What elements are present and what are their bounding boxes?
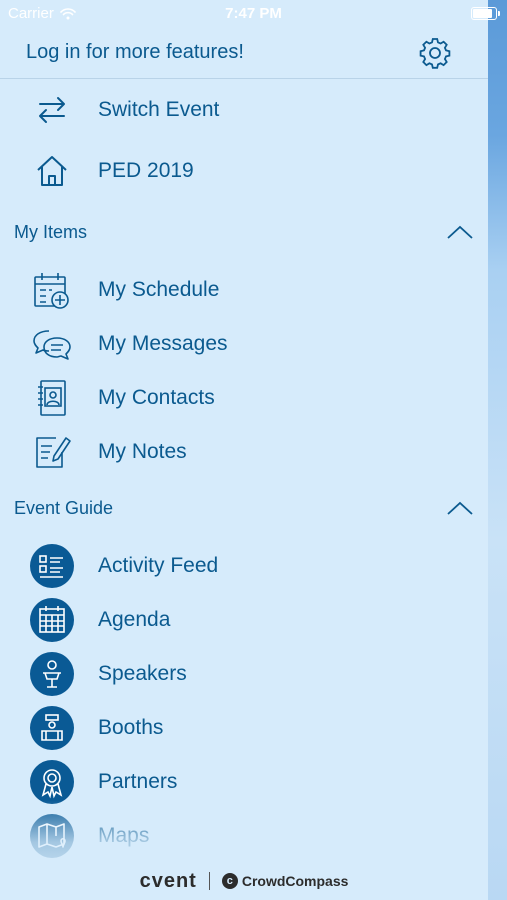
note-edit-icon [36, 437, 71, 468]
navigation-drawer: Log in for more features! Switch Event P [0, 0, 488, 900]
event-guide-title: Event Guide [14, 498, 114, 518]
my-schedule-label: My Schedule [98, 278, 220, 301]
crowdcompass-label: CrowdCompass [241, 873, 349, 889]
my-schedule-item[interactable]: My Schedule [0, 264, 488, 316]
partners-item[interactable]: Partners [0, 756, 488, 808]
my-notes-label: My Notes [98, 440, 187, 463]
gear-icon[interactable] [418, 36, 452, 70]
my-items-section-header[interactable]: My Items [0, 212, 488, 252]
home-icon [37, 156, 67, 186]
my-items-title: My Items [14, 222, 88, 242]
my-messages-item[interactable]: My Messages [0, 318, 488, 370]
status-bar: Carrier 7:47 PM [0, 0, 507, 28]
speaker-podium-icon [30, 652, 74, 696]
speakers-item[interactable]: Speakers [0, 648, 488, 700]
crowdcompass-icon: c [221, 873, 238, 889]
cvent-logo: cvent [139, 869, 197, 892]
activity-list-icon [30, 544, 74, 588]
my-contacts-item[interactable]: My Contacts [0, 372, 488, 424]
agenda-label: Agenda [98, 608, 171, 631]
footer-divider [208, 872, 210, 890]
event-name-label: PED 2019 [98, 159, 194, 182]
chat-bubbles-icon [33, 330, 71, 360]
crowdcompass-logo: c CrowdCompass [221, 873, 349, 889]
underlying-screen-edge[interactable] [488, 0, 507, 900]
ribbon-award-icon [30, 760, 74, 804]
event-guide-section-header[interactable]: Event Guide [0, 488, 488, 528]
map-pin-icon [30, 814, 74, 858]
partners-label: Partners [98, 770, 178, 793]
maps-item[interactable]: Maps [0, 810, 488, 862]
agenda-calendar-icon [30, 598, 74, 642]
maps-label: Maps [98, 824, 150, 847]
event-home-item[interactable]: PED 2019 [0, 145, 488, 197]
switch-event-label: Switch Event [98, 98, 220, 121]
activity-feed-item[interactable]: Activity Feed [0, 540, 488, 592]
chevron-up-icon[interactable] [446, 500, 474, 516]
activity-feed-label: Activity Feed [98, 554, 219, 577]
clock: 7:47 PM [225, 5, 282, 22]
my-contacts-label: My Contacts [98, 386, 215, 409]
login-prompt[interactable]: Log in for more features! [26, 41, 244, 64]
my-notes-item[interactable]: My Notes [0, 426, 488, 478]
footer-branding: cvent c CrowdCompass [0, 866, 488, 896]
chevron-up-icon[interactable] [446, 224, 474, 240]
battery-icon [471, 7, 500, 20]
my-messages-label: My Messages [98, 332, 228, 355]
switch-event-item[interactable]: Switch Event [0, 84, 488, 136]
booths-item[interactable]: Booths [0, 702, 488, 754]
switch-arrows-icon [39, 97, 65, 123]
address-book-icon [38, 380, 66, 416]
booths-label: Booths [98, 716, 164, 739]
speakers-label: Speakers [98, 662, 187, 685]
booth-icon [30, 706, 74, 750]
calendar-add-icon [34, 273, 69, 309]
agenda-item[interactable]: Agenda [0, 594, 488, 646]
drawer-header: Log in for more features! [0, 28, 488, 79]
